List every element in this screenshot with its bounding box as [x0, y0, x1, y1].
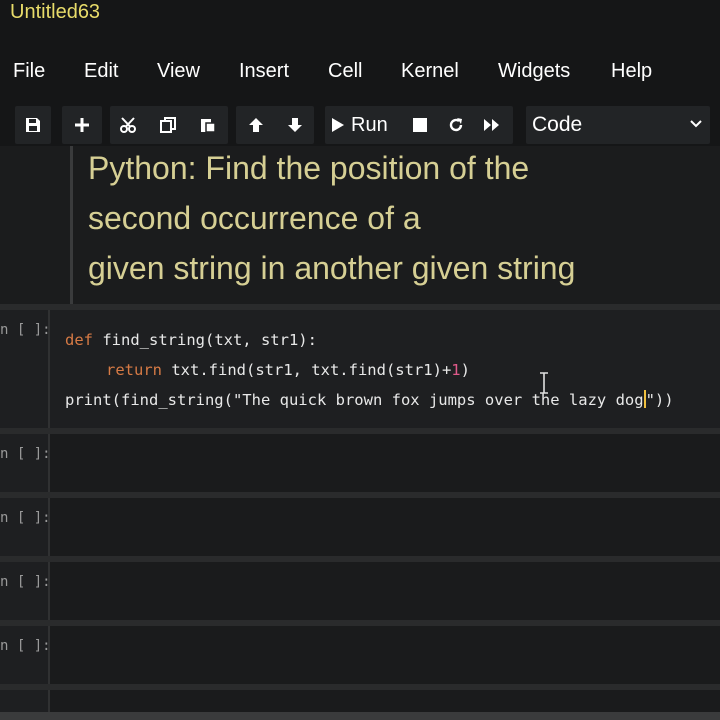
markdown-heading-line: given string in another given string	[88, 250, 576, 286]
empty-code-cell[interactable]	[0, 690, 720, 712]
cell-prompt: n [ ]:	[0, 510, 51, 526]
cell-prompt: n [ ]:	[0, 446, 51, 462]
code-line-2: return txt.find(str1, txt.find(str1)+1)	[106, 361, 470, 379]
move-down-button[interactable]	[275, 106, 314, 144]
arrow-down-icon	[287, 118, 302, 132]
fast-forward-icon	[484, 119, 499, 131]
arrow-up-icon	[248, 118, 263, 132]
code-line-1: def find_string(txt, str1):	[65, 331, 317, 349]
edit-group	[110, 106, 228, 144]
chevron-down-icon	[690, 120, 702, 128]
empty-code-cell[interactable]: n [ ]:	[0, 562, 720, 620]
toolbar: Run Code	[0, 104, 720, 146]
interrupt-button[interactable]	[403, 106, 437, 144]
save-icon	[26, 118, 40, 132]
markdown-heading-line: Python: Find the position of the	[88, 150, 530, 186]
cell-type-value: Code	[532, 113, 583, 136]
code-editor[interactable]	[48, 626, 720, 684]
move-up-button[interactable]	[236, 106, 275, 144]
menu-edit[interactable]: Edit	[84, 58, 118, 84]
code-cell[interactable]: n [ ]: def find_string(txt, str1): retur…	[0, 310, 720, 428]
run-group: Run	[325, 106, 513, 144]
scrollbar-track[interactable]	[0, 712, 720, 720]
markdown-heading-line: second occurrence of a	[88, 200, 421, 236]
code-line-3: print(find_string("The quick brown fox j…	[65, 390, 674, 409]
copy-icon	[160, 117, 176, 133]
markdown-cell-border	[70, 146, 73, 304]
insert-cell-button[interactable]	[62, 106, 102, 144]
menu-help[interactable]: Help	[611, 58, 652, 84]
paste-icon	[201, 119, 216, 133]
cell-type-select[interactable]: Code	[526, 106, 710, 144]
cut-button[interactable]	[110, 106, 148, 144]
code-editor[interactable]: def find_string(txt, str1): return txt.f…	[48, 310, 720, 428]
menu-kernel[interactable]: Kernel	[401, 58, 459, 84]
menu-bar: File Edit View Insert Cell Kernel Widget…	[0, 52, 720, 90]
cell-prompt: n [ ]:	[0, 638, 51, 654]
notebook-title[interactable]: Untitled63	[10, 0, 100, 24]
code-editor[interactable]	[48, 562, 720, 620]
cell-prompt: n [ ]:	[0, 322, 51, 338]
menu-widgets[interactable]: Widgets	[498, 58, 570, 84]
markdown-cell[interactable]: Python: Find the position of the second …	[0, 146, 720, 304]
paste-button[interactable]	[188, 106, 228, 144]
stop-icon	[413, 118, 427, 132]
empty-code-cell[interactable]: n [ ]:	[0, 626, 720, 684]
restart-icon	[449, 118, 463, 132]
menu-file[interactable]: File	[13, 58, 45, 84]
cut-icon	[120, 117, 136, 133]
title-bar: Untitled63	[0, 0, 720, 40]
run-label: Run	[351, 114, 388, 136]
move-group	[236, 106, 314, 144]
menu-view[interactable]: View	[157, 58, 200, 84]
code-editor[interactable]	[48, 498, 720, 556]
save-button[interactable]	[15, 106, 51, 144]
copy-button[interactable]	[148, 106, 188, 144]
plus-icon	[75, 118, 89, 132]
cell-prompt: n [ ]:	[0, 574, 51, 590]
code-editor[interactable]	[48, 690, 720, 712]
code-editor[interactable]	[48, 434, 720, 492]
run-button[interactable]: Run	[331, 106, 397, 144]
ibeam-cursor-icon	[540, 372, 548, 394]
play-icon	[332, 118, 344, 132]
restart-run-all-button[interactable]	[475, 106, 509, 144]
menu-cell[interactable]: Cell	[328, 58, 362, 84]
restart-button[interactable]	[439, 106, 473, 144]
empty-code-cell[interactable]: n [ ]:	[0, 434, 720, 492]
empty-code-cell[interactable]: n [ ]:	[0, 498, 720, 556]
insert-group	[62, 106, 102, 144]
menu-insert[interactable]: Insert	[239, 58, 289, 84]
save-group	[15, 106, 51, 144]
